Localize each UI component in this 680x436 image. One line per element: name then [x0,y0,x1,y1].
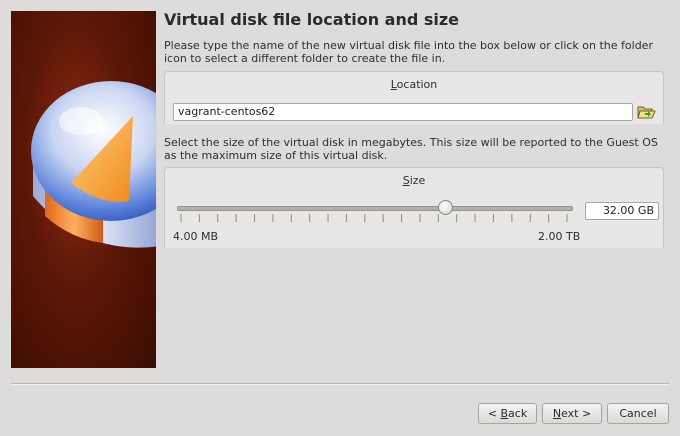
wizard-banner-image [11,11,156,368]
disk-pie-icon [31,81,156,248]
size-slider-track[interactable] [177,206,573,211]
next-button[interactable]: Next > [542,403,602,424]
location-group-title: Location [390,78,438,91]
location-description: Please type the name of the new virtual … [164,39,653,65]
folder-open-icon[interactable] [636,103,656,121]
size-slider-handle[interactable] [437,200,453,215]
wizard-page: Virtual disk file location and size Plea… [0,0,680,436]
size-input[interactable]: 32.00 GB [585,202,659,220]
size-min-label: 4.00 MB [173,230,219,243]
size-group: Size 32.00 GB 4.00 MB 2.00 TB [164,167,664,248]
size-slider-ticks [180,214,568,222]
button-separator [11,383,669,385]
back-button[interactable]: < Back [478,403,537,424]
size-max-label: 2.00 TB [538,230,581,243]
location-group: Location vagrant-centos62 [164,71,664,124]
cancel-button[interactable]: Cancel [607,403,669,424]
location-input[interactable]: vagrant-centos62 [173,103,633,121]
size-description: Select the size of the virtual disk in m… [164,136,658,162]
page-title: Virtual disk file location and size [164,10,460,29]
size-group-title: Size [402,174,426,187]
